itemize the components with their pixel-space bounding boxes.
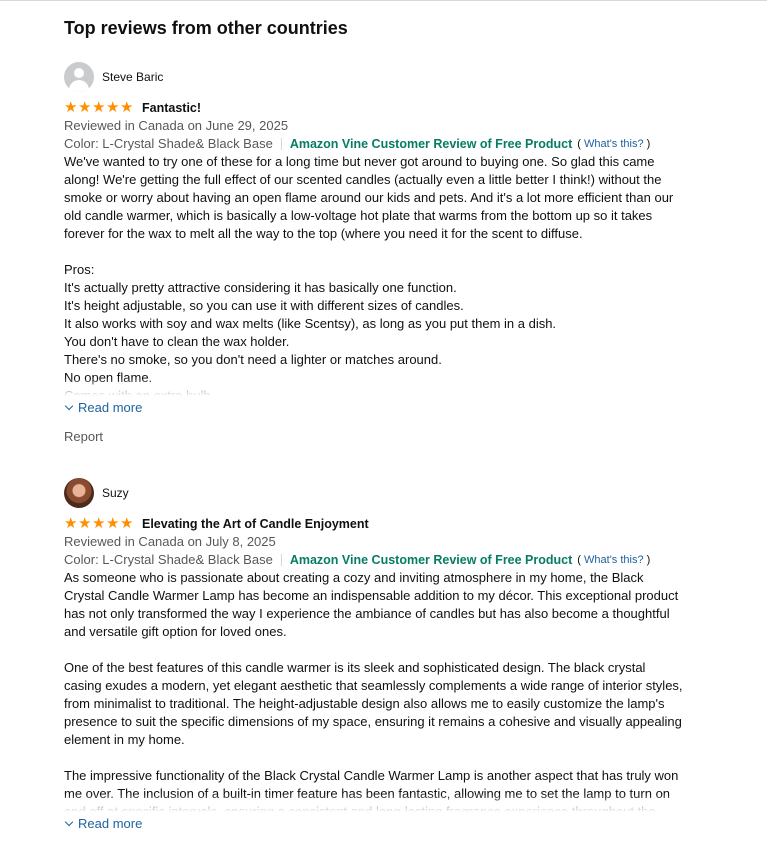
star-icon: ★	[92, 515, 106, 532]
star-icon: ★	[120, 515, 134, 532]
whats-this-wrapper: ( What's this? )	[577, 138, 651, 150]
report-link[interactable]: Report	[64, 429, 103, 444]
read-more-link[interactable]: Read more	[64, 814, 684, 832]
star-icon: ★	[64, 99, 78, 116]
star-icon: ★	[78, 515, 92, 532]
star-icon: ★	[92, 99, 106, 116]
review-attributes: Color: L-Crystal Shade& Black Base Amazo…	[64, 551, 684, 569]
review-card: Steve Baric ★ ★ ★ ★ ★ Fantastic! Reviewe…	[64, 62, 684, 446]
product-variation: Color: L-Crystal Shade& Black Base	[64, 552, 273, 567]
review-attributes: Color: L-Crystal Shade& Black Base Amazo…	[64, 135, 684, 153]
review-title[interactable]: Fantastic!	[142, 101, 201, 115]
vine-badge: Amazon Vine Customer Review of Free Prod…	[289, 553, 573, 567]
review-title-row[interactable]: ★ ★ ★ ★ ★ Fantastic!	[64, 99, 684, 117]
reviewer-name: Suzy	[102, 486, 129, 500]
product-variation: Color: L-Crystal Shade& Black Base	[64, 136, 273, 151]
review-date: Reviewed in Canada on July 8, 2025	[64, 534, 276, 549]
star-icon: ★	[64, 515, 78, 532]
review-body: We've wanted to try one of these for a l…	[64, 153, 684, 396]
separator	[280, 554, 282, 566]
star-icon: ★	[106, 99, 120, 116]
chevron-down-icon	[64, 817, 74, 826]
avatar	[64, 478, 94, 508]
whats-this-link[interactable]: What's this?	[584, 554, 644, 566]
generic-user-icon	[64, 62, 94, 92]
star-icon: ★	[78, 99, 92, 116]
whats-this-link[interactable]: What's this?	[584, 138, 644, 150]
reviewer-profile[interactable]: Steve Baric	[64, 62, 684, 92]
star-icon: ★	[120, 99, 134, 116]
separator	[280, 138, 282, 150]
reviewer-name: Steve Baric	[102, 70, 164, 84]
review-body: As someone who is passionate about creat…	[64, 569, 684, 812]
whats-this-wrapper: ( What's this? )	[577, 554, 651, 566]
review-title-row[interactable]: ★ ★ ★ ★ ★ Elevating the Art of Candle En…	[64, 515, 684, 533]
star-icon: ★	[106, 515, 120, 532]
vine-badge: Amazon Vine Customer Review of Free Prod…	[289, 137, 573, 151]
five-star-rating: ★ ★ ★ ★ ★	[64, 515, 134, 532]
review-title[interactable]: Elevating the Art of Candle Enjoyment	[142, 517, 369, 531]
text-fade	[64, 378, 684, 396]
chevron-down-icon	[64, 401, 74, 410]
review-card: Suzy ★ ★ ★ ★ ★ Elevating the Art of Cand…	[64, 478, 684, 832]
read-more-link[interactable]: Read more	[64, 398, 684, 416]
five-star-rating: ★ ★ ★ ★ ★	[64, 99, 134, 116]
text-fade	[64, 794, 684, 812]
section-title: Top reviews from other countries	[64, 18, 348, 38]
reviewer-profile[interactable]: Suzy	[64, 478, 684, 508]
top-divider	[0, 0, 767, 1]
review-date: Reviewed in Canada on June 29, 2025	[64, 118, 289, 133]
